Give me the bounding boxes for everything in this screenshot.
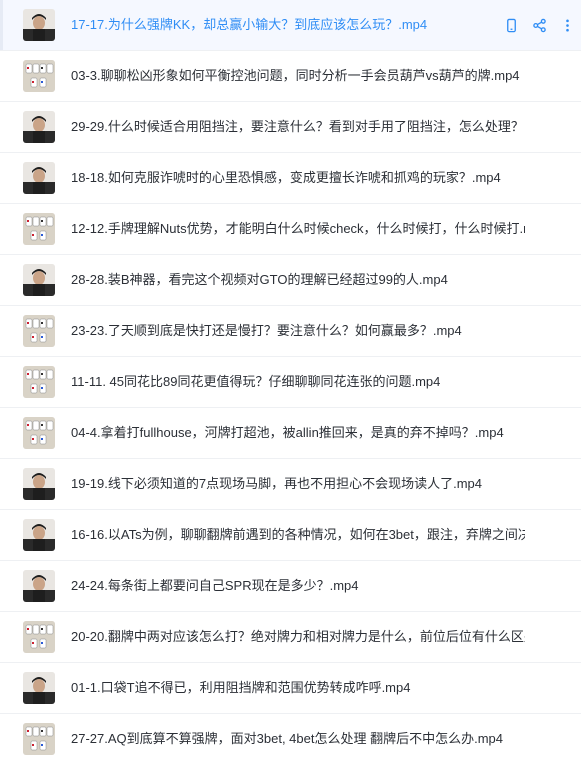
file-title[interactable]: 16-16.以ATs为例，聊聊翻牌前遇到的各种情况，如何在3bet，跟注，弃牌之… [71, 527, 525, 543]
file-row[interactable]: 24-24.每条街上都要问自己SPR现在是多少？.mp4 [0, 561, 581, 612]
video-thumbnail-cards [23, 723, 55, 755]
video-thumbnail-cards [23, 315, 55, 347]
file-row[interactable]: 03-3.聊聊松凶形象如何平衡控池问题，同时分析一手会员葫芦vs葫芦的牌.mp4 [0, 51, 581, 102]
file-title[interactable]: 19-19.线下必须知道的7点现场马脚，再也不用担心不会现场读人了.mp4 [71, 476, 525, 492]
video-thumbnail-person [23, 162, 55, 194]
file-title[interactable]: 27-27.AQ到底算不算强牌，面对3bet, 4bet怎么处理 翻牌后不中怎么… [71, 731, 525, 747]
file-row[interactable]: 11-11. 45同花比89同花更值得玩？仔细聊聊同花连张的问题.mp4 [0, 357, 581, 408]
file-row[interactable]: 19-19.线下必须知道的7点现场马脚，再也不用担心不会现场读人了.mp4 [0, 459, 581, 510]
video-thumbnail-person [23, 264, 55, 296]
file-row[interactable]: 23-23.了天顺到底是快打还是慢打？要注意什么？如何赢最多？.mp4 [0, 306, 581, 357]
file-row[interactable]: 27-27.AQ到底算不算强牌，面对3bet, 4bet怎么处理 翻牌后不中怎么… [0, 714, 581, 760]
file-row[interactable]: 17-17.为什么强牌KK，却总赢小输大？到底应该怎么玩？.mp4 [0, 0, 581, 51]
file-row[interactable]: 16-16.以ATs为例，聊聊翻牌前遇到的各种情况，如何在3bet，跟注，弃牌之… [0, 510, 581, 561]
file-row[interactable]: 04-4.拿着打fullhouse，河牌打超池，被allin推回来，是真的弃不掉… [0, 408, 581, 459]
file-row[interactable]: 12-12.手牌理解Nuts优势，才能明白什么时候check，什么时候打，什么时… [0, 204, 581, 255]
file-title[interactable]: 03-3.聊聊松凶形象如何平衡控池问题，同时分析一手会员葫芦vs葫芦的牌.mp4 [71, 68, 525, 84]
video-file-list: 17-17.为什么强牌KK，却总赢小输大？到底应该怎么玩？.mp4 03-3.聊聊… [0, 0, 581, 760]
video-thumbnail-person [23, 468, 55, 500]
file-title[interactable]: 20-20.翻牌中两对应该怎么打？绝对牌力和相对牌力是什么，前位后位有什么区别.… [71, 629, 525, 645]
mobile-icon[interactable] [503, 17, 519, 33]
video-thumbnail-cards [23, 417, 55, 449]
file-title[interactable]: 29-29.什么时候适合用阻挡注，要注意什么？看到对手用了阻挡注，怎么处理？.m… [71, 119, 525, 135]
video-thumbnail-cards [23, 366, 55, 398]
file-row[interactable]: 28-28.装B神器，看完这个视频对GTO的理解已经超过99的人.mp4 [0, 255, 581, 306]
file-row[interactable]: 20-20.翻牌中两对应该怎么打？绝对牌力和相对牌力是什么，前位后位有什么区别.… [0, 612, 581, 663]
file-title[interactable]: 12-12.手牌理解Nuts优势，才能明白什么时候check，什么时候打，什么时… [71, 221, 525, 237]
file-title[interactable]: 23-23.了天顺到底是快打还是慢打？要注意什么？如何赢最多？.mp4 [71, 323, 525, 339]
video-thumbnail-person [23, 672, 55, 704]
file-title[interactable]: 24-24.每条街上都要问自己SPR现在是多少？.mp4 [71, 578, 525, 594]
share-icon[interactable] [531, 17, 547, 33]
row-actions [503, 17, 575, 33]
video-thumbnail-cards [23, 213, 55, 245]
file-title[interactable]: 17-17.为什么强牌KK，却总赢小输大？到底应该怎么玩？.mp4 [71, 17, 491, 33]
video-thumbnail-cards [23, 621, 55, 653]
video-thumbnail-cards [23, 60, 55, 92]
file-title[interactable]: 18-18.如何克服诈唬时的心里恐惧感，变成更擅长诈唬和抓鸡的玩家？.mp4 [71, 170, 525, 186]
file-title[interactable]: 11-11. 45同花比89同花更值得玩？仔细聊聊同花连张的问题.mp4 [71, 374, 525, 390]
file-row[interactable]: 01-1.口袋T追不得已，利用阻挡牌和范围优势转成咋呼.mp4 [0, 663, 581, 714]
video-thumbnail-person [23, 9, 55, 41]
video-thumbnail-person [23, 111, 55, 143]
file-title[interactable]: 04-4.拿着打fullhouse，河牌打超池，被allin推回来，是真的弃不掉… [71, 425, 525, 441]
file-title[interactable]: 01-1.口袋T追不得已，利用阻挡牌和范围优势转成咋呼.mp4 [71, 680, 525, 696]
file-row[interactable]: 29-29.什么时候适合用阻挡注，要注意什么？看到对手用了阻挡注，怎么处理？.m… [0, 102, 581, 153]
file-title[interactable]: 28-28.装B神器，看完这个视频对GTO的理解已经超过99的人.mp4 [71, 272, 525, 288]
video-thumbnail-person [23, 519, 55, 551]
more-icon[interactable] [559, 17, 575, 33]
video-thumbnail-person [23, 570, 55, 602]
file-row[interactable]: 18-18.如何克服诈唬时的心里恐惧感，变成更擅长诈唬和抓鸡的玩家？.mp4 [0, 153, 581, 204]
